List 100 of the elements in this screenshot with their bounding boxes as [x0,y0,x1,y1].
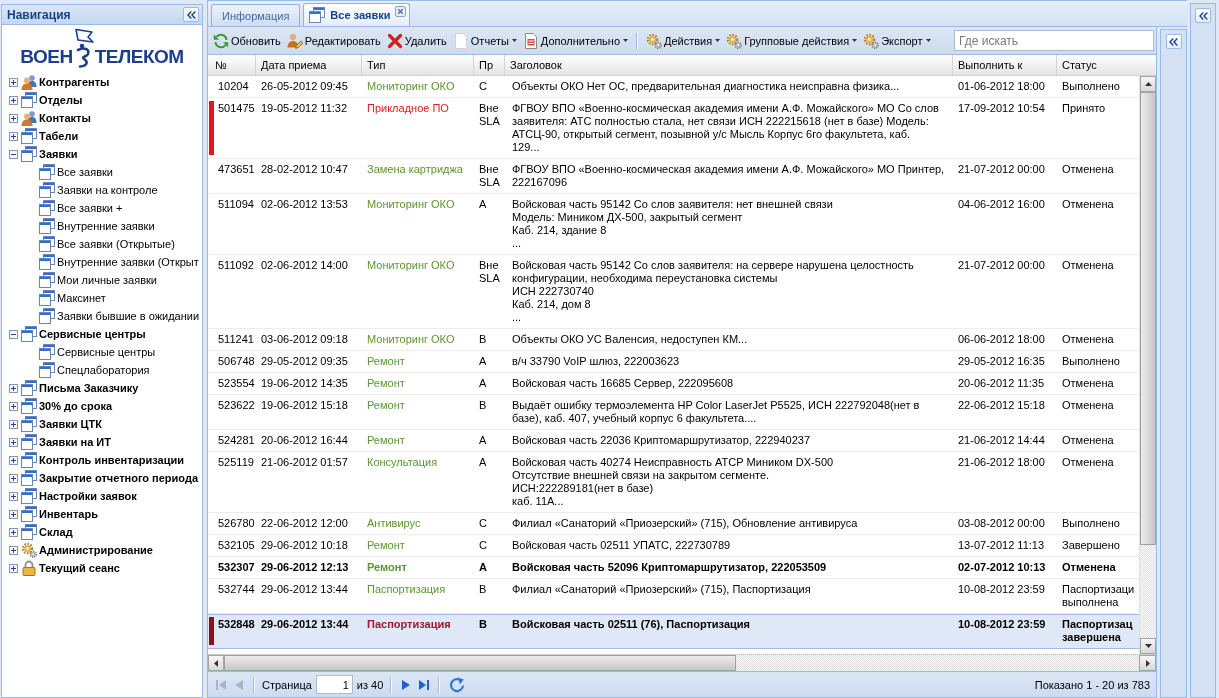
tree-item[interactable]: Администрирование [39,544,153,556]
tree-item[interactable]: Заявки бывшие в ожидании [57,310,200,322]
column-header[interactable]: Заголовок [505,55,953,75]
last-page-button[interactable] [417,677,432,692]
tree-item[interactable]: Все заявки (Открытые) [57,238,175,250]
column-header[interactable]: № [208,55,256,75]
collapse-button[interactable] [183,7,199,22]
tree-item[interactable]: Максинет [57,292,106,304]
table-cell-text: Мониторинг ОКО [366,258,456,273]
tree-item[interactable]: Все заявки + [57,202,123,214]
tree-item[interactable]: Отделы [39,94,83,106]
tree-item[interactable]: Инвентарь [39,508,98,520]
column-header[interactable]: Пр [474,55,505,75]
logo-text: ВОЕН [20,47,73,66]
tree-item[interactable]: Контрагенты [39,76,110,88]
page-input[interactable]: 1 [315,675,353,694]
page-label: Страница [262,678,312,691]
tree-item[interactable]: Письма Заказчику [39,382,139,394]
column-header[interactable]: Статус [1057,55,1156,75]
windows-icon [39,236,55,252]
tree-item[interactable]: Заявки на ИТ [39,436,111,448]
menu-button[interactable]: Дополнительно [519,29,631,52]
scroll-up-button[interactable] [1140,76,1156,92]
plus-box-icon[interactable] [9,563,18,573]
logo-text: ТЕЛЕКОМ [94,47,184,66]
menu-button[interactable]: Групповые действия [723,29,861,52]
search-field[interactable]: Где искать [954,30,1154,51]
tree-item[interactable]: Сервисные центры [57,346,156,358]
double-chevron-left-icon [186,10,196,19]
tab[interactable]: Все заявки [303,3,411,26]
tree-item[interactable]: Текущий сеанс [39,562,120,574]
table-cell-text: Объекты ОКО УС Валенсия, недоступен КМ... [511,332,749,347]
emblem-icon [73,28,94,68]
plus-box-icon[interactable] [9,401,18,411]
plus-box-icon[interactable] [9,113,18,123]
tree-item[interactable]: Заявки на контроле [57,184,158,196]
close-icon[interactable] [395,6,407,17]
plus-box-icon[interactable] [9,131,18,141]
table-cell-text: Отменена [1061,258,1115,273]
table-cell-text: Отменена [1061,433,1115,448]
scroll-down-button[interactable] [1140,638,1156,654]
tree-item[interactable]: Мои личные заявки [57,274,157,286]
minus-box-icon[interactable] [9,329,18,339]
tree-item[interactable]: Настройки заявок [39,490,137,502]
tree-item[interactable]: Все заявки [57,166,113,178]
table-cell-text: Мониторинг ОКО [366,197,456,212]
plus-box-icon[interactable] [9,473,18,483]
tree-item[interactable]: Табели [39,130,79,142]
minus-box-icon[interactable] [9,149,18,159]
column-header[interactable]: Дата приема [256,55,362,75]
tree-item[interactable]: Спецлаборатория [57,364,150,376]
table-row[interactable] [208,98,1139,159]
scrollbar-thumb[interactable] [224,655,737,671]
expand-button[interactable] [1165,34,1182,49]
table-cell-text: A [478,433,488,448]
plus-box-icon[interactable] [9,491,18,501]
tab[interactable]: Информация [211,4,301,26]
plus-box-icon[interactable] [9,95,18,105]
table-row[interactable]: 532848 29-06-2012 13:44 Паспортизация B Войсковая часть 02511 (76), Паспортизация 10-08-2012 23:59 Паспортизац завершена [208,614,1139,649]
plus-box-icon[interactable] [9,545,18,555]
scroll-left-button[interactable] [208,655,224,671]
tree-item[interactable]: Закрытие отчетного периода [39,472,199,484]
tree-item[interactable]: Внутренние заявки [57,220,155,232]
scroll-right-button[interactable] [1139,655,1156,671]
expand-button[interactable] [1195,8,1211,23]
table-cell-text: Завершено [1061,538,1121,553]
tree-item[interactable]: Внутренние заявки (Открыт [57,256,199,268]
tree-item[interactable]: Склад [39,526,73,538]
table-cell-text: Мониторинг ОКО [366,332,456,347]
plus-box-icon[interactable] [9,509,18,519]
toolbar-button[interactable]: Удалить [383,29,450,52]
table-cell-text: Выдаёт ошибку термоэлемента HP Color LaserJet P5525, ИСН 222792048(нет в базе), каб. 407, учебный корпус 6 факультета.... [511,398,921,426]
plus-box-icon[interactable] [9,383,18,393]
toolbar-button[interactable]: Редактировать [283,29,384,52]
column-header[interactable]: Выполнить к [953,55,1057,75]
plus-box-icon[interactable] [9,527,18,537]
table-cell-text: 03-06-2012 09:18 [260,332,349,347]
tree-item[interactable]: Заявки ЦТК [39,418,102,430]
plus-box-icon[interactable] [9,437,18,447]
plus-box-icon[interactable] [9,419,18,429]
scrollbar-thumb[interactable] [1140,92,1156,546]
tree-item[interactable]: 30% до срока [39,400,112,412]
table-cell-text: 19-06-2012 14:35 [260,376,349,391]
menu-button[interactable]: Отчеты [449,29,520,52]
tree-item[interactable]: Контакты [39,112,91,124]
toolbar-button[interactable]: Обновить [210,29,284,52]
table-cell-text: Войсковая часть 02511 (76), Паспортизация [511,617,751,632]
table-cell-text: Паспортизац завершена [1061,617,1134,645]
menu-button[interactable]: Экспорт [860,29,934,52]
table-cell-text: 21-07-2012 00:00 [957,258,1046,273]
table-cell-text: Вне SLA [478,258,501,286]
column-header[interactable]: Тип [362,55,474,75]
windows-icon [21,488,37,504]
plus-box-icon[interactable] [9,77,18,87]
tree-item[interactable]: Сервисные центры [39,328,146,340]
tree-item[interactable]: Заявки [39,148,78,160]
menu-button[interactable]: Действия [643,29,724,52]
table-cell-text: Ремонт [366,560,408,575]
plus-box-icon[interactable] [9,455,18,465]
tree-item[interactable]: Контроль инвентаризации [39,454,184,466]
